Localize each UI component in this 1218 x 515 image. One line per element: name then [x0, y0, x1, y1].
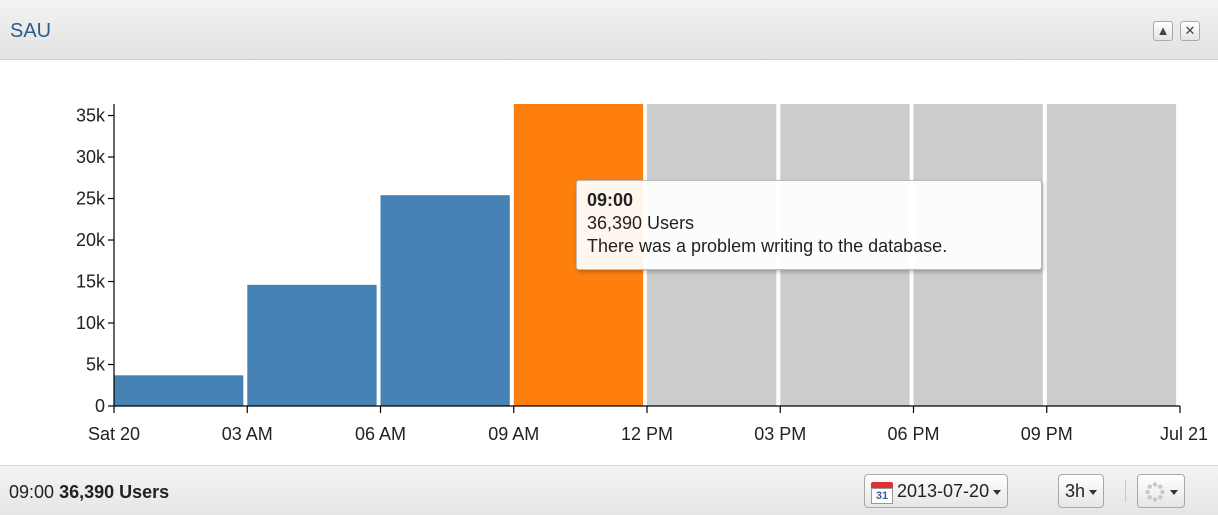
x-tick-label: 03 AM	[222, 424, 273, 444]
bar-0000[interactable]	[114, 375, 244, 406]
x-tick-label: Sat 20	[88, 424, 140, 444]
settings-dropdown[interactable]	[1137, 474, 1185, 508]
chart-tooltip: 09:00 36,390 Users There was a problem w…	[576, 180, 1042, 270]
collapse-button[interactable]: ▲	[1153, 21, 1173, 41]
tooltip-value: 36,390 Users	[587, 213, 695, 233]
chart-area: 0 5k 10k 15k 20k 25k 30k 35k Sat 20 03 AM 06 AM 09 …	[0, 60, 1218, 465]
calendar-icon: 31	[871, 480, 893, 505]
chevron-down-icon	[1170, 489, 1178, 495]
tooltip-time: 09:00	[587, 190, 634, 210]
x-tick-label: 06 PM	[887, 424, 939, 444]
x-tick-label: 06 AM	[355, 424, 406, 444]
bar-0300[interactable]	[247, 284, 377, 406]
y-tick-label: 25k	[76, 189, 106, 209]
status-time: 09:00	[9, 482, 55, 502]
interval-label: 3h	[1065, 481, 1086, 501]
bar-0600[interactable]	[380, 195, 510, 406]
x-tick-label: 03 PM	[754, 424, 806, 444]
date-label: 2013-07-20	[897, 481, 990, 501]
y-tick-label: 30k	[76, 147, 106, 167]
x-tick-label: 12 PM	[621, 424, 673, 444]
y-tick-label: 0	[95, 396, 105, 416]
x-tick-label: Jul 21	[1160, 424, 1208, 444]
bar-2100[interactable]	[1046, 104, 1177, 406]
status-readout: 09:00 36,390 Users	[9, 482, 169, 503]
date-picker-button[interactable]: 31 2013-07-20	[864, 474, 1009, 508]
interval-dropdown[interactable]: 3h	[1058, 474, 1105, 508]
chevron-down-icon	[1089, 489, 1098, 495]
toolbar-divider	[1125, 480, 1126, 502]
close-button[interactable]: ✕	[1180, 21, 1200, 41]
status-value: 36,390 Users	[59, 482, 170, 502]
y-tick-label: 35k	[76, 106, 106, 126]
x-tick-label: 09 PM	[1021, 424, 1073, 444]
x-tick-label: 09 AM	[488, 424, 539, 444]
widget-title-bar: SAU ▲ ✕	[0, 0, 1218, 60]
y-tick-label: 5k	[86, 355, 106, 375]
y-tick-label: 20k	[76, 230, 106, 250]
y-tick-label: 10k	[76, 313, 106, 333]
y-tick-label: 15k	[76, 272, 106, 292]
widget-title: SAU	[10, 20, 52, 42]
loading-gear-icon	[1145, 482, 1165, 502]
widget-footer: 09:00 36,390 Users 31 2013-07-20 3h	[0, 465, 1218, 515]
chevron-down-icon	[993, 489, 1002, 495]
tooltip-message: There was a problem writing to the datab…	[587, 236, 948, 256]
sau-widget: SAU ▲ ✕ 0 5k 10k 15k 20k 25k 30k 35k Sat 20 03 AM…	[0, 0, 1218, 515]
